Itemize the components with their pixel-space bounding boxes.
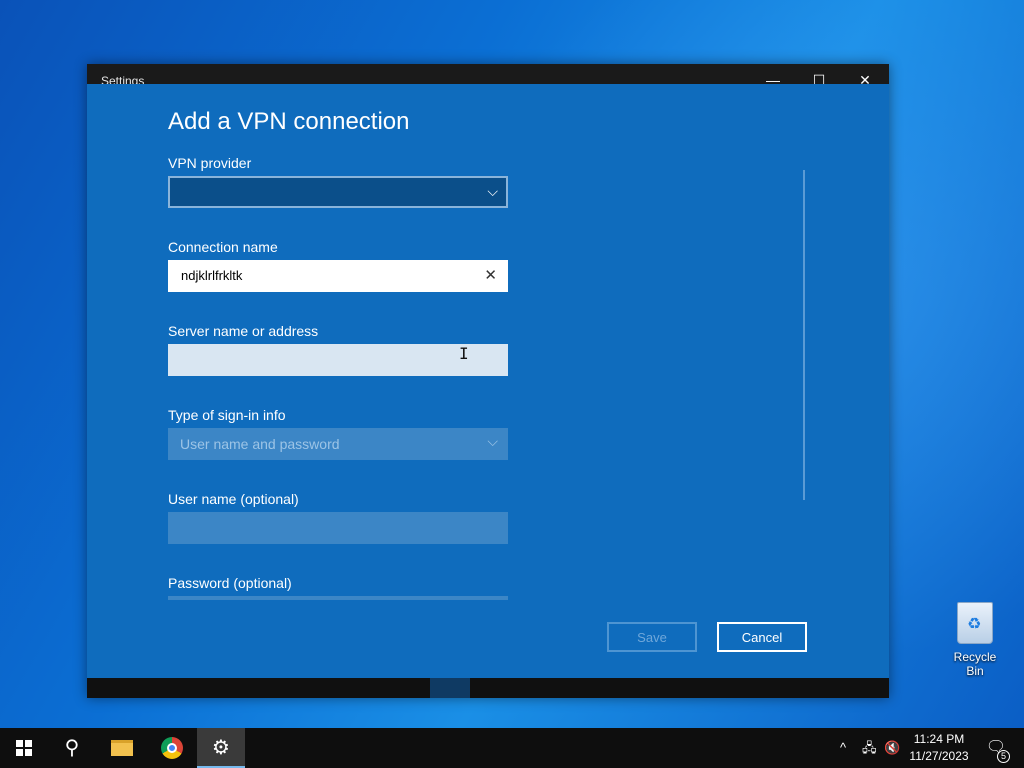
chrome-icon [161, 737, 183, 759]
server-address-input[interactable] [168, 344, 508, 376]
ibeam-cursor-icon: I [459, 344, 469, 363]
save-button[interactable]: Save [607, 622, 697, 652]
vpn-provider-label: VPN provider [168, 155, 252, 171]
vpn-form-panel: Add a VPN connection VPN provider ⌵ Conn… [87, 84, 889, 678]
file-explorer-button[interactable] [98, 728, 146, 768]
clear-icon[interactable]: ✕ [484, 266, 497, 284]
recycle-bin-label: Recycle Bin [953, 650, 997, 678]
background-app-ghost [430, 678, 470, 698]
network-icon[interactable]: 🖧 [862, 728, 877, 768]
chevron-down-icon: ⌵ [487, 183, 498, 199]
windows-logo-icon [16, 740, 32, 756]
clock-time: 11:24 PM [913, 732, 965, 746]
connection-name-value: ndjklrlfrkltk [181, 268, 243, 283]
action-center-button[interactable]: 🗨 5 [982, 728, 1010, 768]
username-label: User name (optional) [168, 491, 299, 507]
scrollbar[interactable] [803, 170, 805, 500]
connection-name-input[interactable]: ndjklrlfrkltk ✕ [168, 260, 508, 292]
settings-window: Settings — ☐ ✕ Add a VPN connection VPN … [87, 64, 889, 698]
gear-icon: ⚙ [212, 737, 230, 759]
folder-icon [111, 740, 133, 756]
signin-type-label: Type of sign-in info [168, 407, 286, 423]
page-title: Add a VPN connection [168, 108, 410, 135]
notification-count-badge: 5 [997, 750, 1010, 763]
password-input[interactable] [168, 596, 508, 600]
recycle-icon: ♻ [967, 616, 982, 633]
username-input[interactable] [168, 512, 508, 544]
taskbar: ⚲ ⚙ ^ 🖧 🔇 11:24 PM 11/27/2023 🗨 5 [0, 728, 1024, 768]
settings-taskbar-button[interactable]: ⚙ [197, 728, 245, 768]
cancel-button[interactable]: Cancel [717, 622, 807, 652]
chevron-up-icon[interactable]: ^ [840, 728, 846, 768]
recycle-bin-icon: ♻ [957, 602, 993, 644]
password-label: Password (optional) [168, 575, 292, 591]
chrome-button[interactable] [148, 728, 196, 768]
vpn-provider-dropdown[interactable]: ⌵ [168, 176, 508, 208]
clock[interactable]: 11:24 PM 11/27/2023 [906, 731, 972, 765]
signin-type-dropdown[interactable]: User name and password ⌵ [168, 428, 508, 460]
search-icon: ⚲ [64, 737, 80, 759]
search-button[interactable]: ⚲ [48, 728, 96, 768]
chevron-down-icon: ⌵ [487, 433, 498, 449]
start-button[interactable] [0, 728, 48, 768]
connection-name-label: Connection name [168, 239, 278, 255]
signin-type-value: User name and password [180, 436, 340, 452]
volume-muted-icon[interactable]: 🔇 [884, 728, 900, 768]
server-address-label: Server name or address [168, 323, 319, 339]
clock-date: 11/27/2023 [909, 749, 969, 763]
recycle-bin-shortcut[interactable]: ♻ Recycle Bin [944, 602, 1006, 678]
window-bottom-strip [87, 678, 889, 698]
